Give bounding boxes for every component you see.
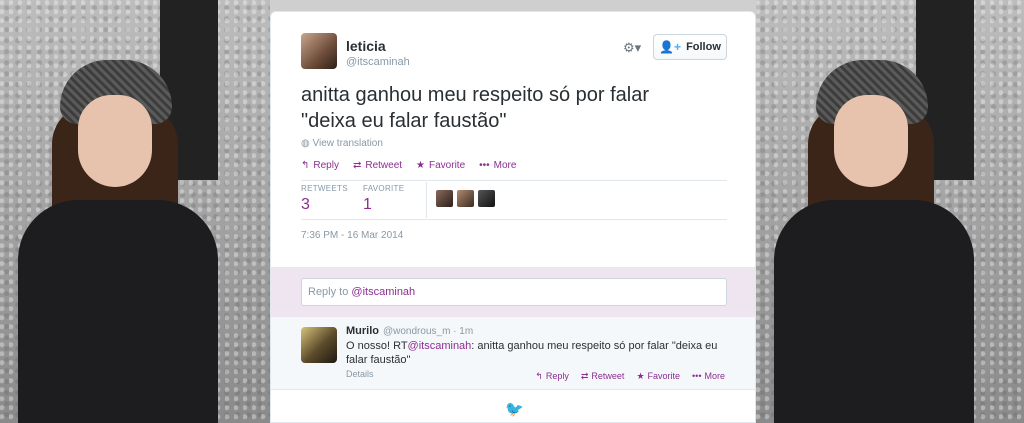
reply-label: Reply	[313, 160, 339, 171]
favorites-count: 1	[363, 196, 372, 213]
reply-mention: @itscaminah	[351, 286, 416, 298]
divider	[301, 219, 727, 220]
retweet-label: Retweet	[591, 371, 625, 381]
follow-button[interactable]: 👤+ Follow	[653, 34, 727, 60]
retweet-action[interactable]: ⇄ Retweet	[581, 371, 625, 382]
view-translation-label: View translation	[312, 138, 383, 149]
author-handle[interactable]: @itscaminah	[346, 56, 410, 68]
person-figure-right	[756, 0, 1024, 423]
favoriter-avatar[interactable]	[436, 190, 453, 207]
globe-icon: ◍	[301, 138, 310, 149]
view-translation-link[interactable]: ◍ View translation	[301, 138, 383, 149]
author-name[interactable]: leticia	[346, 38, 386, 54]
reply-text-mention[interactable]: @itscaminah	[408, 340, 472, 352]
background-photo-left	[0, 0, 270, 423]
reply-action[interactable]: ↰ Reply	[535, 371, 569, 382]
reply-tweet[interactable]: Murilo @wondrous_m · 1m O nosso! RT@itsc…	[271, 317, 755, 390]
favorite-action[interactable]: ★ Favorite	[416, 160, 465, 171]
background-photo-right	[756, 0, 1024, 423]
reply-tweet-text: O nosso! RT@itscaminah: anitta ganhou me…	[346, 339, 726, 367]
retweet-icon: ⇄	[580, 371, 589, 381]
reply-prefix: Reply to	[308, 286, 352, 298]
more-icon: •••	[479, 160, 490, 171]
more-action[interactable]: ••• More	[479, 160, 516, 171]
more-icon: •••	[692, 371, 702, 381]
reply-icon: ↰	[535, 371, 543, 381]
favorite-action[interactable]: ★ Favorite	[636, 371, 680, 382]
tweet-text: anitta ganhou meu respeito só por falar …	[301, 82, 741, 134]
tweet-actions: ↰ Reply ⇄ Retweet ★ Favorite ••• More	[301, 160, 516, 171]
more-action[interactable]: ••• More	[692, 371, 725, 382]
favoriter-avatar[interactable]	[457, 190, 474, 207]
reply-author-name[interactable]: Murilo	[346, 325, 379, 337]
favorites-stat[interactable]: FAVORITE 1	[363, 184, 425, 214]
stats-separator	[426, 182, 427, 218]
tweet-timestamp[interactable]: 7:36 PM - 16 Mar 2014	[301, 230, 403, 241]
reply-action[interactable]: ↰ Reply	[301, 160, 339, 171]
retweet-action[interactable]: ⇄ Retweet	[353, 160, 402, 171]
reply-area: Reply to @itscaminah	[271, 267, 755, 317]
reply-label: Reply	[545, 371, 569, 381]
reply-input[interactable]: Reply to @itscaminah	[301, 278, 727, 306]
star-icon: ★	[636, 371, 645, 381]
star-icon: ★	[416, 160, 426, 171]
favorite-label: Favorite	[429, 160, 466, 171]
more-label: More	[493, 160, 517, 171]
follow-label: Follow	[686, 41, 721, 53]
tweet-text-line1: anitta ganhou meu respeito só por falar	[301, 84, 649, 106]
favoriter-avatar[interactable]	[478, 190, 495, 207]
favorites-label: FAVORITE	[363, 184, 405, 193]
retweets-count: 3	[301, 196, 310, 213]
retweet-icon: ⇄	[352, 160, 362, 171]
reply-text-before: O nosso! RT	[346, 340, 408, 352]
reply-icon: ↰	[301, 160, 310, 171]
retweets-stat[interactable]: RETWEETS 3	[301, 184, 363, 214]
reply-author-handle[interactable]: @wondrous_m · 1m	[383, 326, 473, 337]
author-avatar[interactable]	[301, 33, 337, 69]
details-link[interactable]: Details	[346, 369, 374, 379]
retweets-label: RETWEETS	[301, 184, 348, 193]
tweet-card: leticia @itscaminah ⚙▾ 👤+ Follow anitta …	[270, 11, 756, 423]
tweet-text-line2: "deixa eu falar faustão"	[301, 110, 507, 132]
twitter-bird-icon: 🐦	[505, 401, 524, 418]
gear-icon[interactable]: ⚙▾	[623, 40, 641, 56]
favoriter-avatars	[436, 190, 495, 207]
favorite-label: Favorite	[647, 371, 681, 381]
add-user-icon: 👤+	[659, 40, 682, 54]
reply-tweet-actions: ↰ Reply ⇄ Retweet ★ Favorite ••• More	[535, 371, 725, 382]
person-figure-left	[0, 0, 270, 423]
more-label: More	[704, 371, 725, 381]
reply-author-avatar[interactable]	[301, 327, 337, 363]
divider	[301, 180, 727, 181]
tweet-stats: RETWEETS 3 FAVORITE 1	[301, 184, 425, 214]
retweet-label: Retweet	[365, 160, 403, 171]
